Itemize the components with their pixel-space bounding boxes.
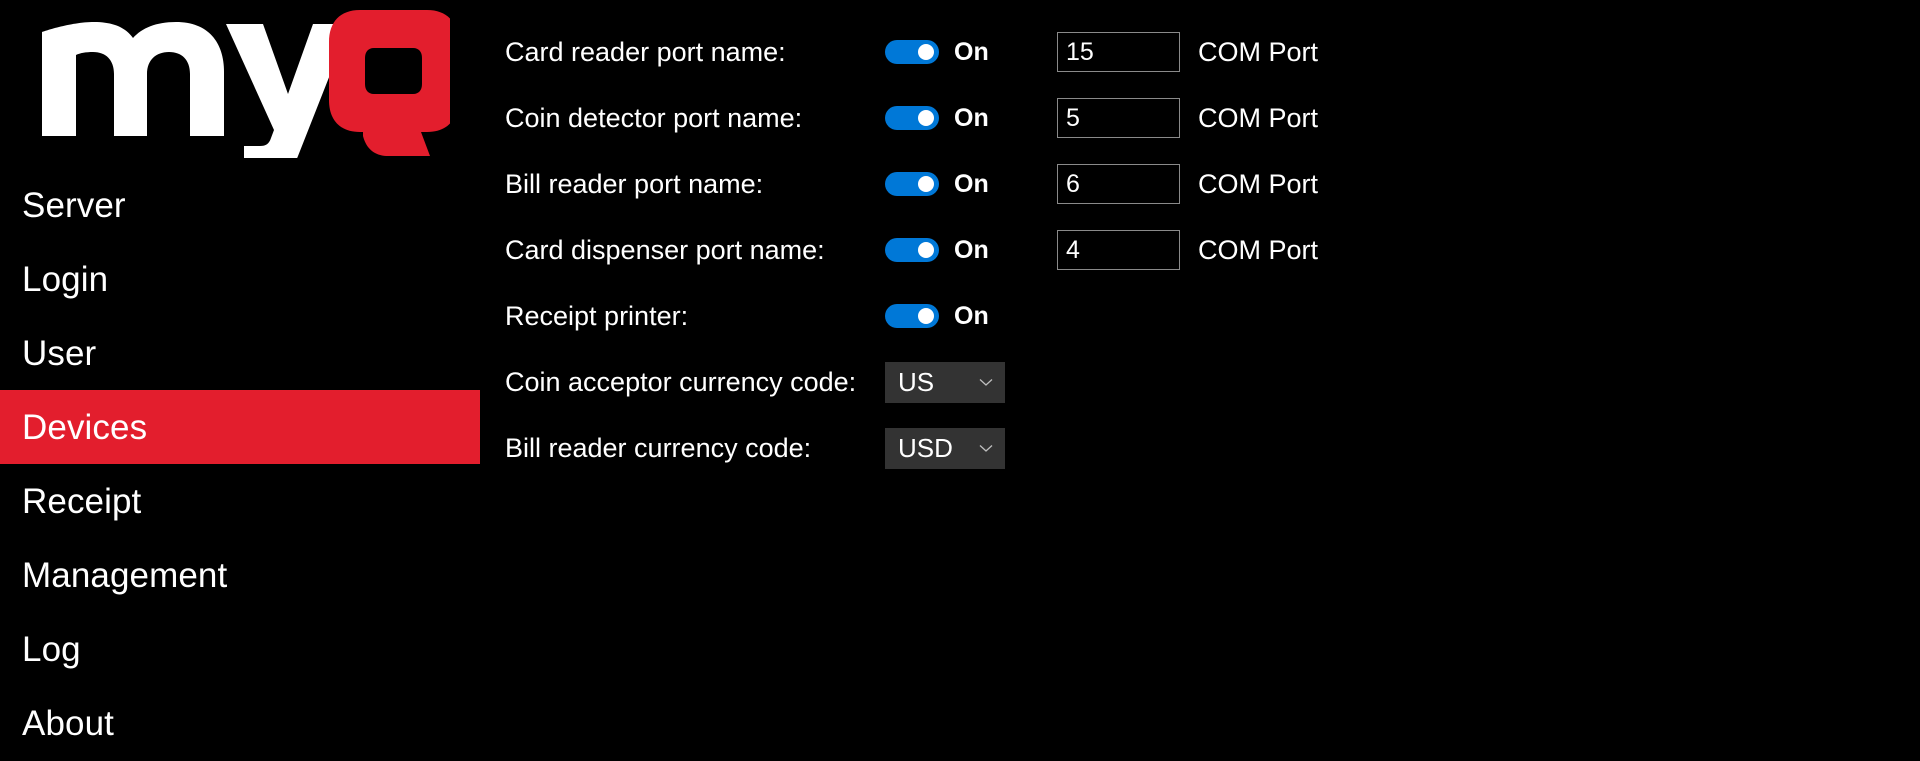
form-row-coin-detector-port: Coin detector port name: On COM Port: [505, 85, 1805, 151]
sidebar-item-label: Devices: [22, 410, 147, 445]
toggle-knob: [918, 44, 934, 60]
receipt-printer-toggle[interactable]: [885, 304, 939, 328]
card-reader-port-toggle[interactable]: [885, 40, 939, 64]
sidebar-item-label: About: [22, 706, 114, 741]
card-dispenser-port-input[interactable]: [1057, 230, 1180, 270]
toggle-knob: [918, 242, 934, 258]
toggle-state-label: On: [954, 304, 989, 329]
coin-acceptor-currency-select[interactable]: US: [885, 362, 1005, 403]
sidebar-item-label: Log: [22, 632, 81, 667]
chevron-down-icon: [978, 440, 994, 456]
toggle-knob: [918, 176, 934, 192]
bill-reader-port-toggle[interactable]: [885, 172, 939, 196]
toggle-knob: [918, 308, 934, 324]
toggle-state-label: On: [954, 238, 989, 263]
sidebar-item-about[interactable]: About: [0, 686, 480, 760]
toggle-knob: [918, 110, 934, 126]
sidebar-item-label: Receipt: [22, 484, 141, 519]
select-value: US: [898, 369, 934, 395]
devices-settings-form: Card reader port name: On COM Port Coin …: [505, 0, 1920, 761]
row-label: Card dispenser port name:: [505, 237, 885, 264]
bill-reader-currency-select[interactable]: USD: [885, 428, 1005, 469]
sidebar-item-devices[interactable]: Devices: [0, 390, 480, 464]
unit-label: COM Port: [1198, 171, 1318, 198]
form-row-bill-reader-port: Bill reader port name: On COM Port: [505, 151, 1805, 217]
unit-label: COM Port: [1198, 39, 1318, 66]
bill-reader-port-input[interactable]: [1057, 164, 1180, 204]
myq-logo: [30, 8, 450, 158]
unit-label: COM Port: [1198, 105, 1318, 132]
sidebar-item-login[interactable]: Login: [0, 242, 480, 316]
toggle-state-label: On: [954, 106, 989, 131]
sidebar-item-user[interactable]: User: [0, 316, 480, 390]
toggle-cell: On: [885, 172, 1057, 197]
form-row-bill-reader-currency: Bill reader currency code: USD: [505, 415, 1805, 481]
toggle-state-label: On: [954, 40, 989, 65]
unit-label: COM Port: [1198, 237, 1318, 264]
sidebar-item-server[interactable]: Server: [0, 168, 480, 242]
sidebar-item-label: User: [22, 336, 96, 371]
form-row-card-dispenser-port: Card dispenser port name: On COM Port: [505, 217, 1805, 283]
toggle-cell: On: [885, 238, 1057, 263]
sidebar-item-label: Management: [22, 558, 227, 593]
card-reader-port-input[interactable]: [1057, 32, 1180, 72]
sidebar-item-label: Login: [22, 262, 108, 297]
row-label: Bill reader currency code:: [505, 435, 885, 462]
row-label: Bill reader port name:: [505, 171, 885, 198]
toggle-cell: On: [885, 106, 1057, 131]
form-row-receipt-printer: Receipt printer: On: [505, 283, 1805, 349]
row-label: Coin detector port name:: [505, 105, 885, 132]
row-label: Receipt printer:: [505, 303, 885, 330]
sidebar-item-label: Server: [22, 188, 126, 223]
sidebar-item-log[interactable]: Log: [0, 612, 480, 686]
sidebar-nav: Server Login User Devices Receipt Manage…: [0, 168, 480, 760]
toggle-cell: On: [885, 304, 1057, 329]
sidebar-item-receipt[interactable]: Receipt: [0, 464, 480, 538]
chevron-down-icon: [978, 374, 994, 390]
card-dispenser-port-toggle[interactable]: [885, 238, 939, 262]
row-label: Coin acceptor currency code:: [505, 369, 885, 396]
toggle-cell: On: [885, 40, 1057, 65]
sidebar-item-management[interactable]: Management: [0, 538, 480, 612]
coin-detector-port-input[interactable]: [1057, 98, 1180, 138]
coin-detector-port-toggle[interactable]: [885, 106, 939, 130]
form-row-card-reader-port: Card reader port name: On COM Port: [505, 19, 1805, 85]
form-row-coin-acceptor-currency: Coin acceptor currency code: US: [505, 349, 1805, 415]
select-value: USD: [898, 435, 953, 461]
sidebar: Server Login User Devices Receipt Manage…: [0, 0, 480, 761]
toggle-state-label: On: [954, 172, 989, 197]
row-label: Card reader port name:: [505, 39, 885, 66]
